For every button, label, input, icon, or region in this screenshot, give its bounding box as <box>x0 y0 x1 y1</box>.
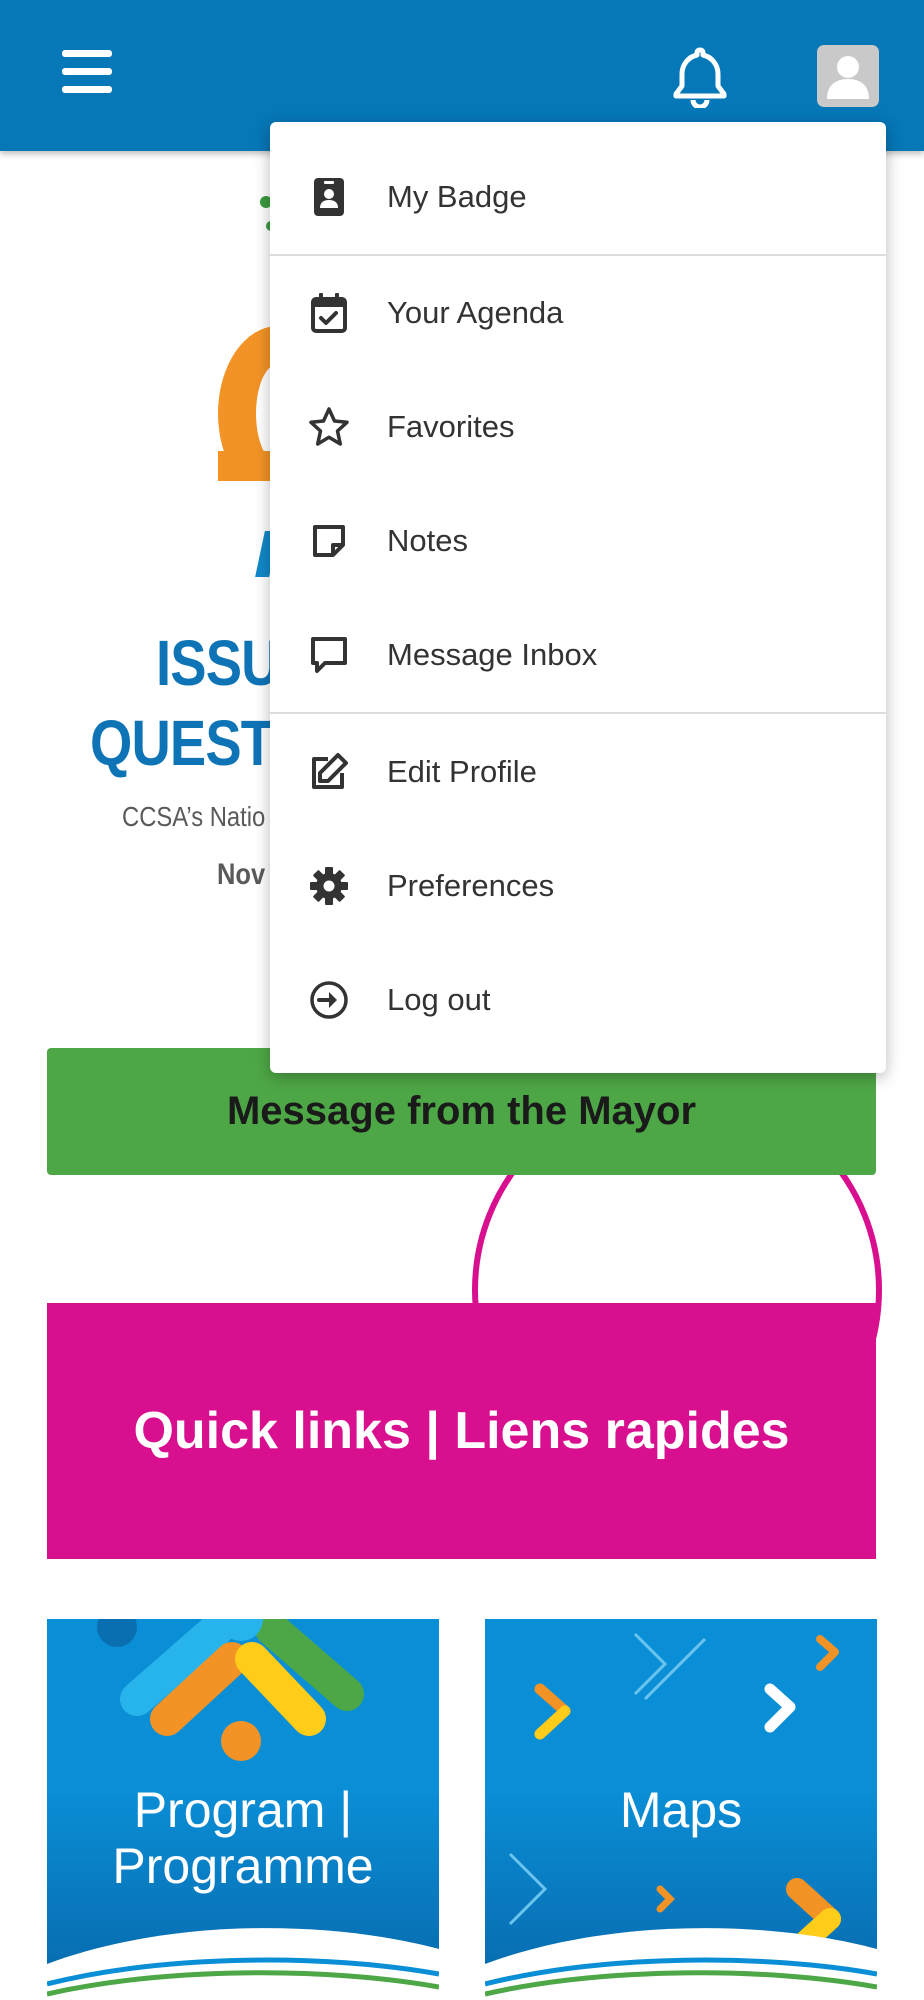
maps-tile[interactable]: Maps <box>485 1619 877 2000</box>
message-icon <box>308 634 350 676</box>
menu-item-notes[interactable]: Notes <box>270 493 886 589</box>
program-tile[interactable]: Program | Programme <box>47 1619 439 2000</box>
gear-icon <box>308 865 350 907</box>
edit-icon <box>308 751 350 793</box>
menu-item-favorites[interactable]: Favorites <box>270 379 886 475</box>
program-tile-label-line1: Program | <box>133 1782 353 1838</box>
quick-links-banner: Quick links | Liens rapides <box>47 1303 876 1559</box>
menu-item-label: Notes <box>387 523 468 558</box>
menu-item-label: Preferences <box>387 868 555 903</box>
logo-arc-base <box>218 451 278 481</box>
hero-title-line1: ISSU <box>156 627 280 699</box>
hero-date: Nov <box>217 858 266 891</box>
menu-item-label: Favorites <box>387 409 515 444</box>
hamburger-menu-icon[interactable] <box>62 50 118 98</box>
menu-item-edit-profile[interactable]: Edit Profile <box>270 724 886 820</box>
calendar-check-icon <box>308 292 350 334</box>
hero-title-line2: QUEST <box>90 707 274 779</box>
menu-divider <box>270 712 886 714</box>
menu-item-message-inbox[interactable]: Message Inbox <box>270 607 886 703</box>
menu-item-preferences[interactable]: Preferences <box>270 838 886 934</box>
menu-item-label: Edit Profile <box>387 754 537 789</box>
menu-item-label: Log out <box>387 982 491 1017</box>
menu-item-my-badge[interactable]: My Badge <box>270 149 886 245</box>
menu-divider <box>270 254 886 256</box>
menu-item-log-out[interactable]: Log out <box>270 952 886 1048</box>
user-avatar-icon[interactable] <box>817 45 879 107</box>
program-tile-label: Program | Programme <box>47 1782 439 1894</box>
star-icon <box>308 406 350 448</box>
logout-icon <box>308 979 350 1021</box>
menu-item-label: My Badge <box>387 179 527 214</box>
menu-item-label: Your Agenda <box>387 295 564 330</box>
badge-icon <box>308 176 350 218</box>
hero-subtitle: CCSA’s Natio <box>122 801 266 832</box>
bell-icon[interactable] <box>670 44 730 110</box>
program-tile-label-line2: Programme <box>112 1838 374 1894</box>
menu-item-your-agenda[interactable]: Your Agenda <box>270 265 886 361</box>
menu-item-label: Message Inbox <box>387 637 598 672</box>
profile-dropdown-menu: My Badge Your Agenda Favorites Notes Mes… <box>270 122 886 1073</box>
maps-tile-label: Maps <box>619 1782 743 1838</box>
note-icon <box>308 520 350 562</box>
